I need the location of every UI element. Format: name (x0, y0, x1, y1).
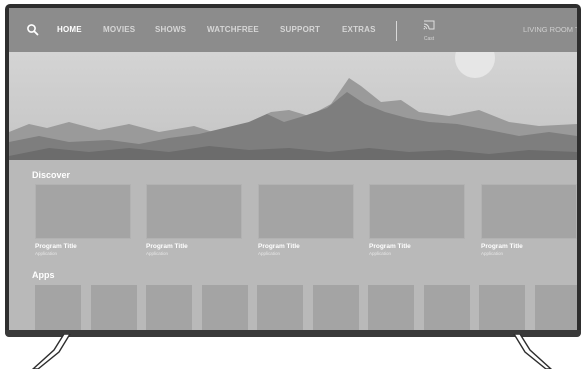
stand-leg-left (31, 334, 71, 369)
card-thumbnail (481, 184, 577, 239)
discover-card[interactable]: Program Title Application (146, 184, 242, 256)
card-thumbnail (258, 184, 354, 239)
cast-button[interactable]: Cast (417, 17, 441, 45)
discover-card[interactable]: Program Title Application (35, 184, 131, 256)
app-tile[interactable] (424, 285, 470, 331)
tv-frame: HOME MOVIES SHOWS WATCHFREE SUPPORT EXTR… (5, 4, 581, 337)
nav-item-home[interactable]: HOME (57, 8, 82, 52)
discover-card[interactable]: Program Title Application (481, 184, 577, 256)
app-tile[interactable] (535, 285, 577, 331)
search-icon[interactable] (26, 23, 40, 37)
card-thumbnail (369, 184, 465, 239)
card-thumbnail (146, 184, 242, 239)
card-title: Program Title (146, 243, 188, 250)
card-title: Program Title (481, 243, 523, 250)
nav-item-support[interactable]: SUPPORT (280, 8, 320, 52)
app-tile[interactable] (91, 285, 137, 331)
stand-leg-right (513, 334, 553, 369)
card-subtitle: Application (258, 251, 281, 256)
app-tile[interactable] (257, 285, 303, 331)
nav-item-watchfree[interactable]: WATCHFREE (207, 8, 259, 52)
card-subtitle: Application (369, 251, 392, 256)
apps-title: Apps (32, 270, 55, 280)
nav-divider (396, 21, 397, 41)
device-name[interactable]: LIVING ROOM TV (523, 8, 577, 52)
app-tile[interactable] (368, 285, 414, 331)
nav-item-extras[interactable]: EXTRAS (342, 8, 376, 52)
cast-label: Cast (423, 36, 435, 42)
card-subtitle: Application (146, 251, 169, 256)
card-subtitle: Application (35, 251, 58, 256)
app-tile[interactable] (146, 285, 192, 331)
app-tile[interactable] (202, 285, 248, 331)
app-tile[interactable] (313, 285, 359, 331)
discover-card[interactable]: Program Title Application (258, 184, 354, 256)
nav-item-shows[interactable]: SHOWS (155, 8, 186, 52)
card-title: Program Title (369, 243, 411, 250)
hero-banner (9, 52, 577, 172)
top-nav: HOME MOVIES SHOWS WATCHFREE SUPPORT EXTR… (9, 8, 577, 52)
card-title: Program Title (35, 243, 77, 250)
tv-stand (31, 334, 553, 369)
nav-item-movies[interactable]: MOVIES (103, 8, 135, 52)
app-tile[interactable] (479, 285, 525, 331)
card-title: Program Title (258, 243, 300, 250)
card-subtitle: Application (481, 251, 504, 256)
tv-screen: HOME MOVIES SHOWS WATCHFREE SUPPORT EXTR… (9, 8, 577, 332)
cast-icon (423, 20, 435, 30)
card-thumbnail (35, 184, 131, 239)
discover-card[interactable]: Program Title Application (369, 184, 465, 256)
discover-title: Discover (32, 170, 71, 180)
app-tile[interactable] (35, 285, 81, 331)
